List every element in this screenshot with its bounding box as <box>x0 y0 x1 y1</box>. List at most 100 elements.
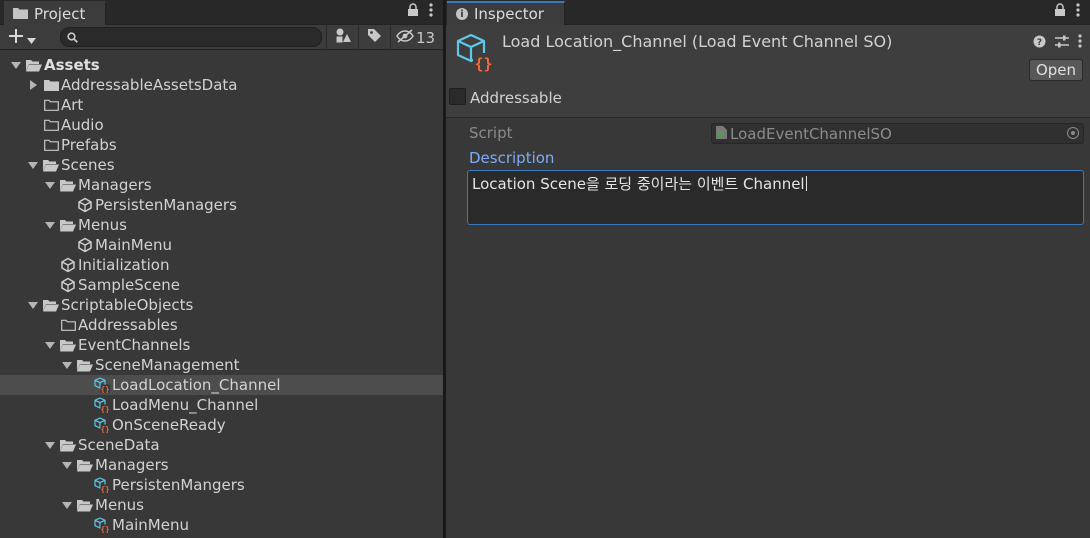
description-textarea[interactable]: Location Scene을 로딩 중이라는 이벤트 Channel <box>467 170 1084 225</box>
scriptable-object-icon: {} <box>456 33 496 73</box>
tree-row[interactable]: Scenes <box>0 155 443 175</box>
project-tabbar: Project <box>0 0 443 25</box>
tree-row-label: LoadLocation_Channel <box>112 376 281 394</box>
tree-row[interactable]: Art <box>0 95 443 115</box>
expand-arrow-open-icon[interactable] <box>44 179 56 191</box>
tab-project-label: Project <box>34 5 86 23</box>
search-field[interactable] <box>60 27 322 47</box>
text-caret <box>805 176 807 191</box>
inspector-header: {} Load Location_Channel (Load Event Cha… <box>446 25 1090 118</box>
lock-icon[interactable] <box>407 3 419 21</box>
lock-icon[interactable] <box>1054 3 1066 21</box>
tree-row[interactable]: SceneData <box>0 435 443 455</box>
tree-row-label: LoadMenu_Channel <box>112 396 259 414</box>
inspector-header-icons: ? <box>1033 34 1082 52</box>
sliders-icon[interactable] <box>1055 35 1069 52</box>
tree-row[interactable]: Menus <box>0 215 443 235</box>
description-value: Location Scene을 로딩 중이라는 이벤트 Channel <box>472 175 805 193</box>
folder-empty-icon <box>43 97 59 113</box>
tree-row[interactable]: Managers <box>0 175 443 195</box>
script-field[interactable]: LoadEventChannelSO <box>711 123 1084 144</box>
chevron-down-icon <box>27 27 36 47</box>
tab-inspector[interactable]: i Inspector <box>447 1 565 25</box>
search-icon <box>67 31 78 47</box>
tree-row[interactable]: ScriptableObjects <box>0 295 443 315</box>
kebab-menu-icon[interactable] <box>429 3 433 21</box>
expand-arrow-open-icon[interactable] <box>44 339 56 351</box>
folder-open-icon <box>43 297 59 313</box>
tree-row[interactable]: {} MainMenu <box>0 515 443 535</box>
tree-row[interactable]: Assets <box>0 55 443 75</box>
tree-row-label: Addressables <box>78 316 178 334</box>
svg-text:{}: {} <box>474 55 492 73</box>
tree-row[interactable]: Prefabs <box>0 135 443 155</box>
folder-open-icon <box>60 217 76 233</box>
tree-row[interactable]: SampleScene <box>0 275 443 295</box>
plus-icon <box>8 27 24 47</box>
scriptable-object-icon: {} <box>94 477 110 493</box>
tree-row-label: Scenes <box>61 156 115 174</box>
search-by-label-button[interactable] <box>358 25 390 50</box>
folder-icon <box>13 5 28 23</box>
svg-text:?: ? <box>1037 38 1042 48</box>
shapes-icon <box>335 28 351 48</box>
hidden-packages-toggle[interactable]: 13 <box>390 25 440 50</box>
expand-arrow-open-icon[interactable] <box>44 439 56 451</box>
tree-row-label: SceneData <box>78 436 160 454</box>
expand-arrow-open-icon[interactable] <box>61 499 73 511</box>
inspector-tabbar: i Inspector <box>446 0 1090 25</box>
tree-row[interactable]: {} LoadMenu_Channel <box>0 395 443 415</box>
tree-row[interactable]: EventChannels <box>0 335 443 355</box>
expand-arrow-open-icon[interactable] <box>27 159 39 171</box>
tree-row-label: EventChannels <box>78 336 191 354</box>
tree-row[interactable]: AddressableAssetsData <box>0 75 443 95</box>
tree-row[interactable]: SceneManagement <box>0 355 443 375</box>
tree-row-label: ScriptableObjects <box>61 296 194 314</box>
tree-row[interactable]: {} PersistenMangers <box>0 475 443 495</box>
tree-row-label: Menus <box>95 496 144 514</box>
tree-row[interactable]: MainMenu <box>0 235 443 255</box>
object-picker-icon[interactable] <box>1067 127 1079 139</box>
tree-row[interactable]: Audio <box>0 115 443 135</box>
tree-row[interactable]: PersistenManagers <box>0 195 443 215</box>
project-panel: Project 13 Assets AddressableAssetsData … <box>0 0 443 538</box>
tab-project[interactable]: Project <box>4 1 106 25</box>
kebab-menu-icon[interactable] <box>1076 3 1080 21</box>
expand-arrow-open-icon[interactable] <box>61 359 73 371</box>
tree-row[interactable]: Initialization <box>0 255 443 275</box>
open-button[interactable]: Open <box>1029 59 1083 81</box>
help-icon[interactable]: ? <box>1033 35 1046 52</box>
tree-row[interactable]: {} OnSceneReady <box>0 415 443 435</box>
expand-arrow-open-icon[interactable] <box>61 459 73 471</box>
inspector-tab-controls <box>1054 3 1080 21</box>
tree-row-label: Menus <box>78 216 127 234</box>
tree-row[interactable]: Addressables <box>0 315 443 335</box>
folder-icon <box>43 77 59 93</box>
tree-row[interactable]: {} LoadLocation_Channel <box>0 375 443 395</box>
unity-scene-icon <box>77 237 93 253</box>
project-tab-controls <box>407 3 433 21</box>
script-value: LoadEventChannelSO <box>730 124 892 143</box>
tree-row[interactable]: Managers <box>0 455 443 475</box>
expand-arrow-open-icon[interactable] <box>44 219 56 231</box>
expand-arrow-closed-icon[interactable] <box>27 79 39 91</box>
tree-row[interactable]: Menus <box>0 495 443 515</box>
expand-arrow-open-icon[interactable] <box>27 299 39 311</box>
cs-script-icon <box>716 125 727 143</box>
create-button[interactable] <box>8 27 36 47</box>
project-toolbar: 13 <box>0 25 443 50</box>
folder-open-icon <box>60 177 76 193</box>
addressable-checkbox[interactable] <box>449 88 466 105</box>
expand-arrow-open-icon[interactable] <box>10 59 22 71</box>
folder-open-icon <box>43 157 59 173</box>
tree-row-label: Managers <box>95 456 169 474</box>
search-by-type-button[interactable] <box>326 25 358 50</box>
scriptable-object-icon: {} <box>94 377 110 393</box>
tree-row-label: PersistenManagers <box>95 196 237 214</box>
kebab-menu-icon[interactable] <box>1078 34 1082 52</box>
